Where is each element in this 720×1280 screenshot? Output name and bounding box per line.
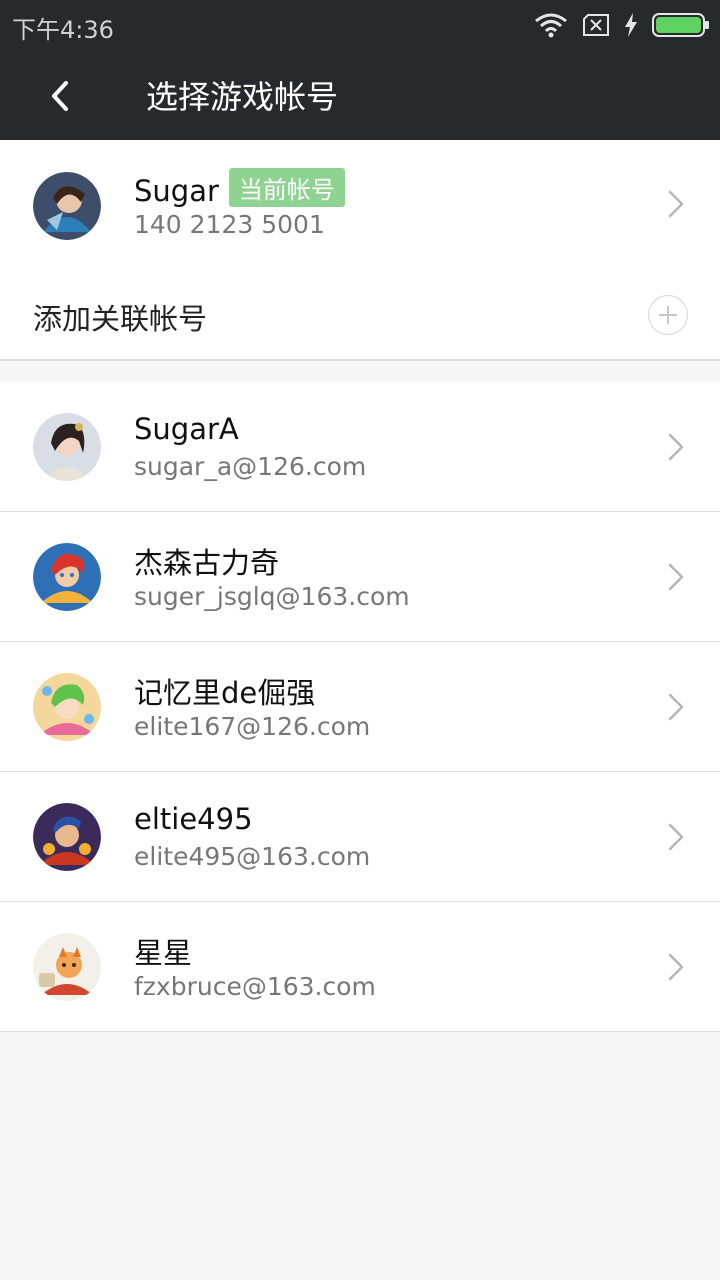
divider (0, 1031, 720, 1032)
avatar (33, 933, 101, 1001)
status-time: 下午4:36 (12, 16, 114, 44)
sim-x-icon (583, 14, 609, 36)
avatar (33, 543, 101, 611)
chevron-right-icon (668, 823, 684, 851)
avatar (33, 803, 101, 871)
page-title: 选择游戏帐号 (146, 78, 339, 116)
battery-icon (652, 13, 709, 37)
avatar (33, 413, 101, 481)
avatar (33, 673, 101, 741)
account-email: fzxbruce@163.com (134, 972, 376, 1001)
current-account-row[interactable]: Sugar 当前帐号 140 2123 5001 (0, 140, 720, 270)
add-linked-account-label: 添加关联帐号 (33, 302, 208, 336)
account-name: eltie495 (134, 802, 253, 836)
status-icons (534, 8, 710, 42)
account-name: 杰森古力奇 (134, 546, 280, 580)
back-arrow-icon (52, 81, 68, 111)
account-row[interactable]: 杰森古力奇 suger_jsglq@163.com (0, 512, 720, 642)
account-row[interactable]: SugarA sugar_a@126.com (0, 382, 720, 512)
chevron-right-icon (668, 190, 684, 218)
chevron-right-icon (668, 693, 684, 721)
current-account-name-line: Sugar 当前帐号 (134, 168, 345, 208)
account-name: 记忆里de倔强 (134, 676, 316, 710)
account-row[interactable]: eltie495 elite495@163.com (0, 772, 720, 902)
account-name: SugarA (134, 412, 239, 446)
account-row[interactable]: 星星 fzxbruce@163.com (0, 902, 720, 1032)
chevron-right-icon (668, 563, 684, 591)
chevron-right-icon (668, 953, 684, 981)
wifi-icon (535, 13, 567, 38)
add-circle-icon (659, 306, 677, 324)
current-account-card: Sugar 当前帐号 140 2123 5001 添加关联帐号 (0, 140, 720, 361)
chevron-right-icon (668, 433, 684, 461)
app-bar: 选择游戏帐号 (0, 52, 720, 140)
avatar (33, 172, 101, 240)
account-row[interactable]: 记忆里de倔强 elite167@126.com (0, 642, 720, 772)
account-name: 星星 (134, 936, 193, 970)
account-name: Sugar (134, 174, 219, 208)
charging-bolt-icon (625, 13, 637, 37)
add-account-button[interactable] (648, 295, 688, 335)
account-email: suger_jsglq@163.com (134, 582, 410, 611)
back-button[interactable] (34, 70, 86, 122)
account-email: elite495@163.com (134, 842, 371, 871)
status-bar: 下午4:36 (0, 0, 720, 52)
account-phone: 140 2123 5001 (134, 210, 325, 239)
account-email: sugar_a@126.com (134, 452, 367, 481)
current-account-badge: 当前帐号 (228, 168, 345, 207)
account-email: elite167@126.com (134, 712, 371, 741)
